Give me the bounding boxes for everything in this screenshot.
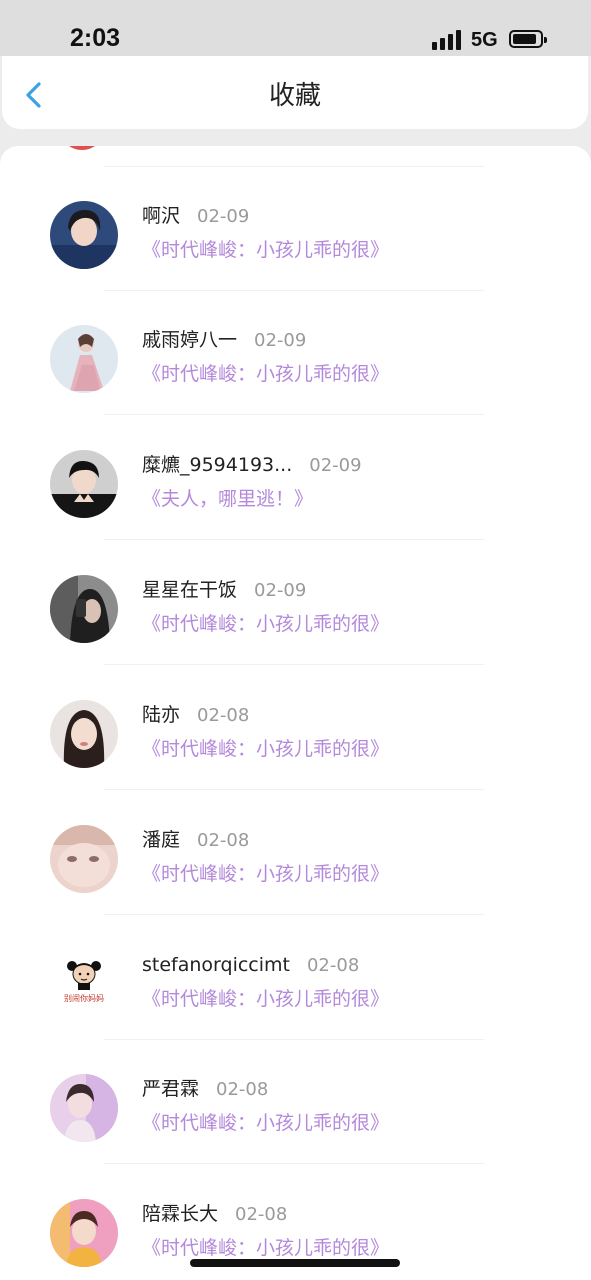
- avatar[interactable]: [50, 825, 118, 893]
- signal-icon: [432, 28, 464, 50]
- list-item[interactable]: 潘庭 02-08 《时代峰峻：小孩儿乖的很》: [0, 791, 591, 915]
- favorite-title-link[interactable]: 《夫人，哪里逃！》: [142, 486, 313, 512]
- page-title: 收藏: [268, 81, 321, 111]
- favorite-title-link[interactable]: 《时代峰峻：小孩儿乖的很》: [142, 736, 389, 762]
- cartoon-avatar-icon: [50, 950, 118, 1018]
- status-time: 2:03: [70, 24, 121, 52]
- user-name: 陪霖长大: [142, 1203, 219, 1225]
- divider: [104, 1163, 484, 1164]
- avatar[interactable]: [50, 450, 118, 518]
- avatar[interactable]: [50, 1199, 118, 1267]
- item-date: 02-08: [306, 955, 360, 976]
- item-date: 02-09: [254, 580, 307, 601]
- favorite-title-link[interactable]: 《时代峰峻：小孩儿乖的很》: [142, 1235, 389, 1261]
- item-date: 02-08: [216, 1079, 269, 1100]
- item-date: 02-08: [197, 705, 250, 726]
- home-indicator[interactable]: [190, 1259, 400, 1267]
- avatar[interactable]: [50, 575, 118, 643]
- divider: [104, 664, 484, 665]
- user-name: stefanorqiccimt: [142, 954, 290, 976]
- item-date: 02-09: [197, 206, 250, 227]
- avatar[interactable]: [50, 700, 118, 768]
- divider: [104, 539, 484, 540]
- list-item[interactable]: 别闹你妈妈 stefanorqiccimt 02-08 《时代峰峻：小孩儿乖的很》: [0, 916, 591, 1040]
- item-date: 02-09: [309, 455, 362, 476]
- item-date: 02-09: [254, 330, 307, 351]
- list-item[interactable]: 糜爊_9594193... 02-09 《夫人，哪里逃！》: [0, 416, 591, 540]
- nav-header: 收藏: [2, 56, 588, 129]
- list-item[interactable]: 啊沢 02-09 《时代峰峻：小孩儿乖的很》: [0, 167, 591, 291]
- divider: [104, 789, 484, 790]
- list-item[interactable]: 陆亦 02-08 《时代峰峻：小孩儿乖的很》: [0, 666, 591, 790]
- favorite-title-link[interactable]: 《时代峰峻：小孩儿乖的很》: [142, 361, 389, 387]
- item-date: 02-08: [235, 1204, 288, 1225]
- user-name: 潘庭: [142, 829, 181, 851]
- avatar[interactable]: [50, 201, 118, 269]
- favorite-title-link[interactable]: 《时代峰峻：小孩儿乖的很》: [142, 861, 389, 887]
- user-name: 星星在干饭: [142, 579, 238, 601]
- user-name: 糜爊_9594193...: [142, 454, 293, 476]
- status-bar: 2:03 5G: [0, 0, 591, 56]
- network-type: 5G: [471, 29, 498, 51]
- user-name: 戚雨婷八一: [142, 329, 238, 351]
- favorite-title-link[interactable]: 《时代峰峻：小孩儿乖的很》: [142, 986, 389, 1012]
- divider: [104, 914, 484, 915]
- item-date: 02-08: [197, 830, 250, 851]
- avatar: [62, 146, 102, 150]
- user-name: 严君霖: [142, 1078, 200, 1100]
- avatar-caption: 别闹你妈妈: [64, 994, 104, 1003]
- divider: [104, 414, 484, 415]
- list-item[interactable]: 星星在干饭 02-09 《时代峰峻：小孩儿乖的很》: [0, 541, 591, 665]
- list-item[interactable]: 严君霖 02-08 《时代峰峻：小孩儿乖的很》: [0, 1040, 591, 1164]
- avatar[interactable]: [50, 325, 118, 393]
- list-item[interactable]: 戚雨婷八一 02-09 《时代峰峻：小孩儿乖的很》: [0, 291, 591, 415]
- favorite-title-link[interactable]: 《时代峰峻：小孩儿乖的很》: [142, 611, 389, 637]
- avatar[interactable]: [50, 1074, 118, 1142]
- battery-icon: [509, 30, 547, 48]
- favorite-title-link[interactable]: 《时代峰峻：小孩儿乖的很》: [142, 237, 389, 263]
- user-name: 陆亦: [142, 704, 181, 726]
- favorites-list[interactable]: 啊沢 02-09 《时代峰峻：小孩儿乖的很》 戚雨婷八一 02-09 《时代峰峻：小…: [0, 146, 591, 1280]
- avatar[interactable]: 别闹你妈妈: [50, 950, 118, 1018]
- favorite-title-link[interactable]: 《时代峰峻：小孩儿乖的很》: [142, 1110, 389, 1136]
- user-name: 啊沢: [142, 205, 181, 227]
